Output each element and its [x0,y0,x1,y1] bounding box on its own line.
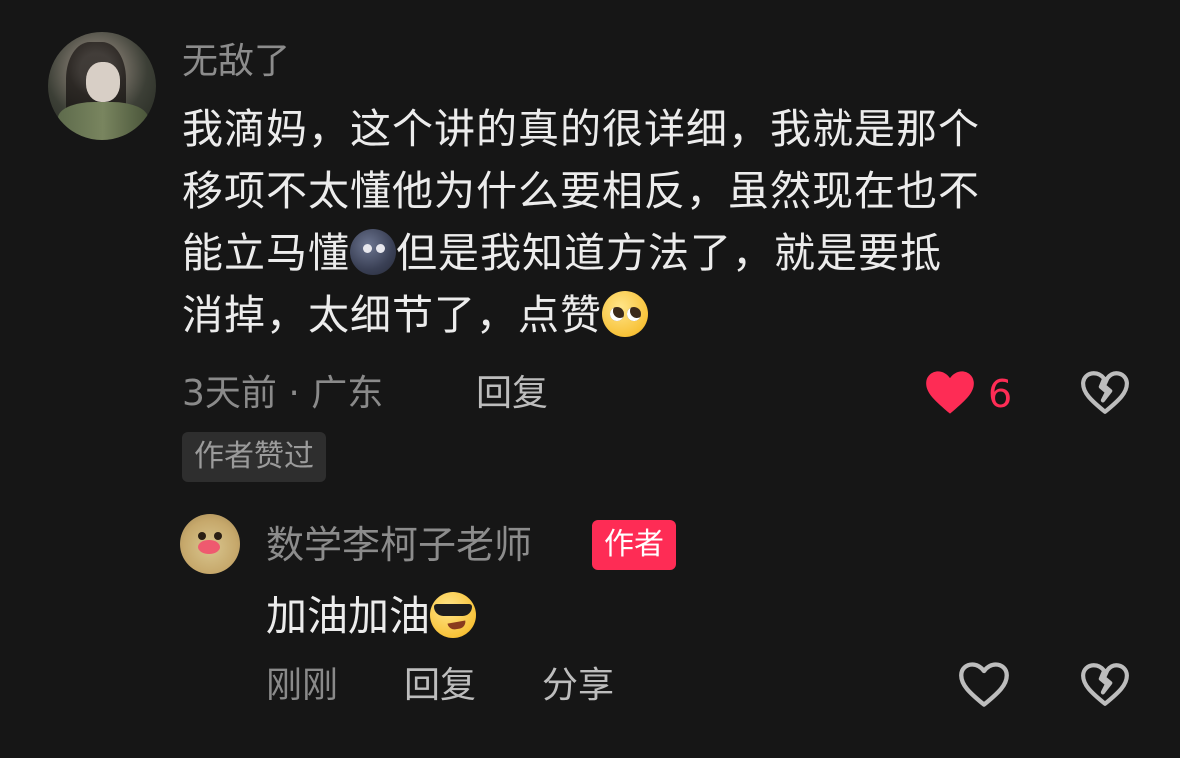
reply-reply-button[interactable]: 回复 [404,664,476,708]
comment-username[interactable]: 无敌了 [182,40,290,84]
broken-heart-icon [1081,371,1129,414]
comment-line: 移项不太懂他为什么要相反，虽然现在也不 [182,167,980,215]
broken-heart-icon [1081,663,1129,706]
dislike-button[interactable] [1080,368,1130,416]
avatar[interactable] [48,32,156,140]
like-count: 6 [988,372,1013,416]
share-button[interactable]: 分享 [542,664,614,708]
reply-username[interactable]: 数学李柯子老师 [266,522,532,568]
author-liked-tag: 作者赞过 [182,432,326,482]
author-badge: 作者 [592,520,676,570]
reply-like-button[interactable] [958,660,1010,708]
like-button[interactable] [924,368,976,416]
reply-button[interactable]: 回复 [476,372,548,416]
new-moon-face-emoji-icon [350,229,396,275]
comment-line: 我滴妈，这个讲的真的很详细，我就是那个 [182,105,980,153]
pleading-face-emoji-icon [602,291,648,337]
sunglasses-face-emoji-icon [430,592,476,638]
heart-outline-icon [959,662,1009,707]
reply-dislike-button[interactable] [1080,660,1130,708]
comment-text: 我滴妈，这个讲的真的很详细，我就是那个 移项不太懂他为什么要相反，虽然现在也不 … [182,98,1142,346]
reply-avatar[interactable] [180,514,240,574]
reply-text: 加油加油 [266,588,476,644]
comment-time-location: 3天前 · 广东 [182,373,384,414]
heart-filled-icon [926,371,974,414]
reply-time: 刚刚 [266,665,339,706]
comment-line: 消掉，太细节了，点赞 [182,284,1142,346]
comment-line: 能立马懂 但是我知道方法了，就是要抵 [182,229,942,277]
